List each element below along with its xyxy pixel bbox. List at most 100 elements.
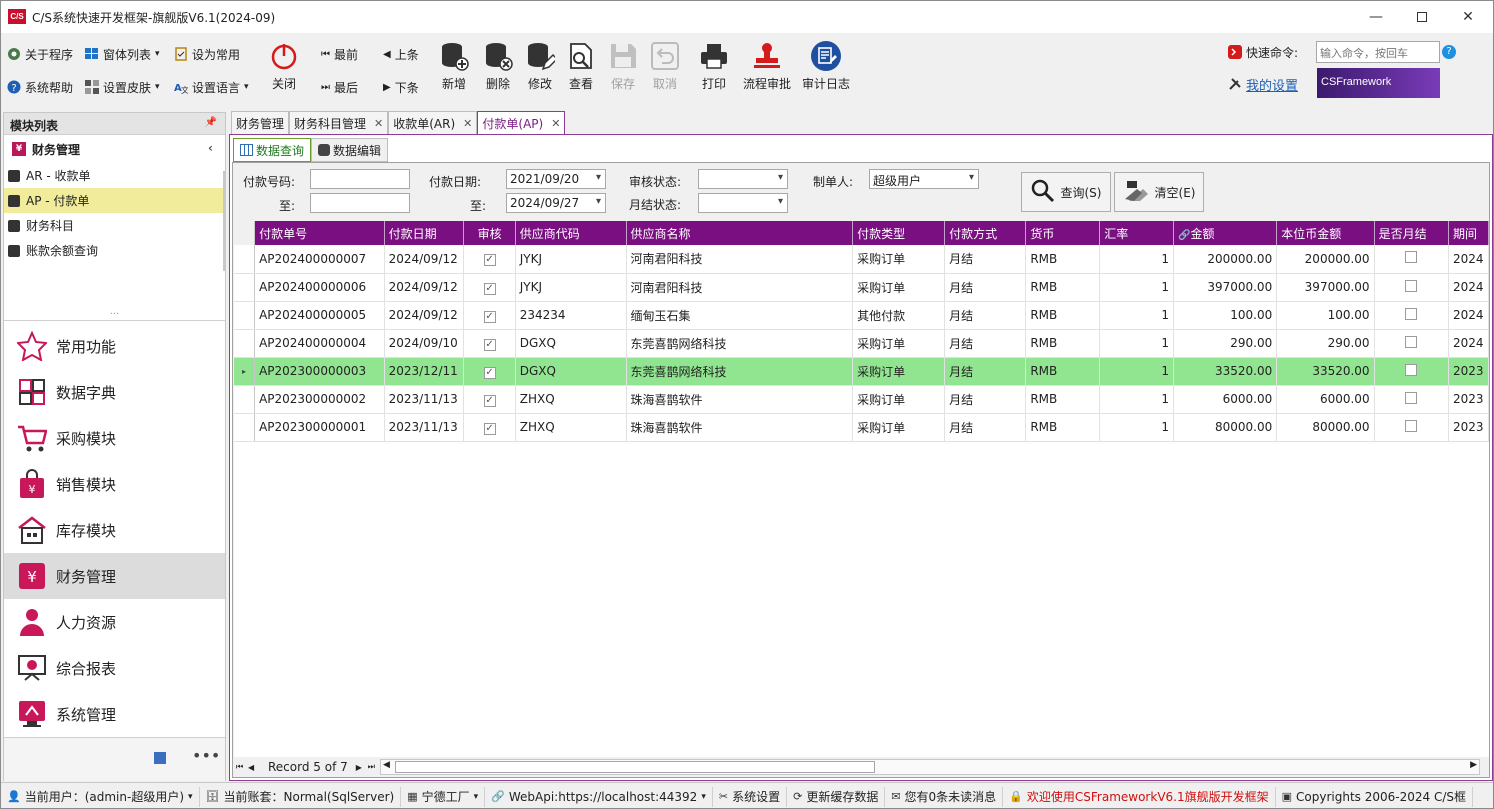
cell-no[interactable]: AP202400000004 xyxy=(254,329,385,358)
audit-checkbox-cell[interactable]: ✓ xyxy=(463,329,516,358)
add-button[interactable]: 新增 xyxy=(437,37,471,103)
col-pay-date[interactable]: 付款日期 xyxy=(384,221,465,245)
cell-type[interactable]: 采购订单 xyxy=(852,385,946,414)
cell-amount[interactable]: 290.00 xyxy=(1173,329,1278,358)
audit-checkbox[interactable]: ✓ xyxy=(483,366,496,379)
cell-type[interactable]: 采购订单 xyxy=(852,245,946,274)
tab-payment-ap[interactable]: 付款单(AP) ✕ xyxy=(477,111,566,134)
cell-no[interactable]: AP202400000006 xyxy=(254,273,385,302)
col-amount[interactable]: 🔗金额 xyxy=(1173,221,1278,245)
cell-period[interactable]: 2023 xyxy=(1448,385,1489,414)
clear-button[interactable]: 清空(E) xyxy=(1114,172,1204,212)
col-pay-no[interactable]: 付款单号 xyxy=(254,221,385,245)
my-settings-link[interactable]: 我的设置 xyxy=(1227,74,1298,94)
close-window-button[interactable]: ✕ xyxy=(1445,1,1491,33)
monthly-checkbox-cell[interactable] xyxy=(1374,413,1450,442)
monthly-checkbox[interactable] xyxy=(1405,335,1418,348)
cell-date[interactable]: 2024/09/12 xyxy=(384,273,465,302)
cell-cur[interactable]: RMB xyxy=(1025,301,1101,330)
cancel-button[interactable]: 取消 xyxy=(648,37,682,103)
cell-amount[interactable]: 33520.00 xyxy=(1173,357,1278,386)
cell-name[interactable]: 东莞喜鹊网络科技 xyxy=(626,357,854,386)
status-item-6[interactable]: ✉ 您有0条未读消息 xyxy=(885,786,1004,807)
quick-command-input[interactable]: 输入命令，按回车 xyxy=(1316,41,1440,63)
workflow-approve-button[interactable]: 流程审批 xyxy=(743,37,791,103)
horizontal-scrollbar[interactable]: ◀ ▶ xyxy=(380,759,1480,775)
save-button[interactable]: 保存 xyxy=(606,37,640,103)
status-item-1[interactable]: 🗄 当前账套：Normal(SqlServer) xyxy=(200,786,402,807)
cell-date[interactable]: 2024/09/12 xyxy=(384,301,465,330)
cell-date[interactable]: 2023/11/13 xyxy=(384,413,465,442)
first-record-button[interactable]: ⏮ 最前 xyxy=(321,44,358,64)
prev-record-button[interactable]: ◀ 上条 xyxy=(383,44,419,64)
cell-date[interactable]: 2024/09/12 xyxy=(384,245,465,274)
audit-checkbox-cell[interactable]: ✓ xyxy=(463,301,516,330)
col-pay-method[interactable]: 付款方式 xyxy=(944,221,1027,245)
cell-base[interactable]: 397000.00 xyxy=(1276,273,1375,302)
col-supplier-code[interactable]: 供应商代码 xyxy=(515,221,627,245)
cell-code[interactable]: DGXQ xyxy=(515,329,627,358)
quick-command-help-icon[interactable]: ? xyxy=(1442,45,1456,59)
monthly-checkbox[interactable] xyxy=(1405,279,1418,292)
delete-button[interactable]: 删除 xyxy=(481,37,515,103)
col-base-amount[interactable]: 本位币金额 xyxy=(1276,221,1375,245)
nav-sales[interactable]: ¥ 销售模块 xyxy=(4,461,225,507)
monthly-checkbox-cell[interactable] xyxy=(1374,301,1450,330)
next-record-button[interactable]: ▶ 下条 xyxy=(383,77,419,97)
cell-cur[interactable]: RMB xyxy=(1025,357,1101,386)
prev-page-icon[interactable]: ◀ xyxy=(248,763,260,772)
scrollbar-thumb[interactable] xyxy=(395,761,875,773)
audit-checkbox[interactable]: ✓ xyxy=(483,254,496,267)
status-item-5[interactable]: ⟳ 更新缓存数据 xyxy=(787,786,886,807)
status-item-0[interactable]: 👤 当前用户：(admin-超级用户) ▾ xyxy=(1,786,200,807)
nav-finance[interactable]: ¥ 财务管理 xyxy=(4,553,225,599)
scroll-left-icon[interactable]: ◀ xyxy=(383,760,390,770)
cell-name[interactable]: 河南君阳科技 xyxy=(626,273,854,302)
query-button[interactable]: 查询(S) xyxy=(1021,172,1111,212)
module-item-balance[interactable]: 账款余额查询 xyxy=(4,238,225,263)
cell-method[interactable]: 月结 xyxy=(944,357,1027,386)
skin-button[interactable]: 设置皮肤 ▾ xyxy=(84,77,160,97)
module-group-finance[interactable]: ¥ 财务管理 ‹ xyxy=(4,135,225,163)
windows-layout-icon[interactable] xyxy=(154,752,166,764)
status-item-7[interactable]: 🔒 欢迎使用CSFrameworkV6.1旗舰版开发框架 xyxy=(1003,786,1276,807)
tab-data-query[interactable]: 数据查询 xyxy=(233,138,312,162)
cell-no[interactable]: AP202300000002 xyxy=(254,385,385,414)
tab-close-icon[interactable]: ✕ xyxy=(551,117,560,130)
cell-period[interactable]: 2024 xyxy=(1448,273,1489,302)
cell-base[interactable]: 290.00 xyxy=(1276,329,1375,358)
cell-base[interactable]: 200000.00 xyxy=(1276,245,1375,274)
cell-no[interactable]: AP202400000007 xyxy=(254,245,385,274)
nav-inventory[interactable]: 库存模块 xyxy=(4,507,225,553)
cell-method[interactable]: 月结 xyxy=(944,245,1027,274)
help-button[interactable]: ? 系统帮助 xyxy=(6,77,73,97)
col-pay-type[interactable]: 付款类型 xyxy=(852,221,946,245)
tab-close-icon[interactable]: ✕ xyxy=(463,117,472,130)
table-row[interactable]: AP202400000007 2024/09/12 ✓ JYKJ 河南君阳科技 采购订单月… xyxy=(234,245,1489,274)
table-row[interactable]: ▸ AP202300000003 2023/12/11 ✓ DGXQ 东莞喜鹊网络科技 采购… xyxy=(234,357,1489,386)
module-item-ar[interactable]: AR - 收款单 xyxy=(4,163,225,188)
cell-method[interactable]: 月结 xyxy=(944,385,1027,414)
print-button[interactable]: 打印 xyxy=(697,37,731,103)
cell-period[interactable]: 2023 xyxy=(1448,357,1489,386)
cell-period[interactable]: 2024 xyxy=(1448,301,1489,330)
splitter-grip[interactable]: ··· xyxy=(4,309,225,321)
window-list-button[interactable]: 窗体列表 ▾ xyxy=(84,44,160,64)
table-row[interactable]: AP202400000005 2024/09/12 ✓ 234234 缅甸玉石集 其他付款… xyxy=(234,301,1489,330)
monthly-checkbox-cell[interactable] xyxy=(1374,329,1450,358)
audit-checkbox-cell[interactable]: ✓ xyxy=(463,245,516,274)
cell-base[interactable]: 33520.00 xyxy=(1276,357,1375,386)
tab-finance[interactable]: 财务管理 xyxy=(231,111,290,134)
tab-account-subject[interactable]: 财务科目管理 ✕ xyxy=(289,111,389,134)
cell-cur[interactable]: RMB xyxy=(1025,413,1101,442)
audit-checkbox-cell[interactable]: ✓ xyxy=(463,273,516,302)
module-item-ap[interactable]: AP - 付款单 xyxy=(4,188,225,213)
cell-code[interactable]: ZHXQ xyxy=(515,413,627,442)
col-rate[interactable]: 汇率 xyxy=(1099,221,1174,245)
cell-amount[interactable]: 200000.00 xyxy=(1173,245,1278,274)
cell-type[interactable]: 其他付款 xyxy=(852,301,946,330)
cell-period[interactable]: 2024 xyxy=(1448,329,1489,358)
monthly-checkbox-cell[interactable] xyxy=(1374,385,1450,414)
nav-reports[interactable]: 综合报表 xyxy=(4,645,225,691)
cell-name[interactable]: 珠海喜鹊软件 xyxy=(626,385,854,414)
